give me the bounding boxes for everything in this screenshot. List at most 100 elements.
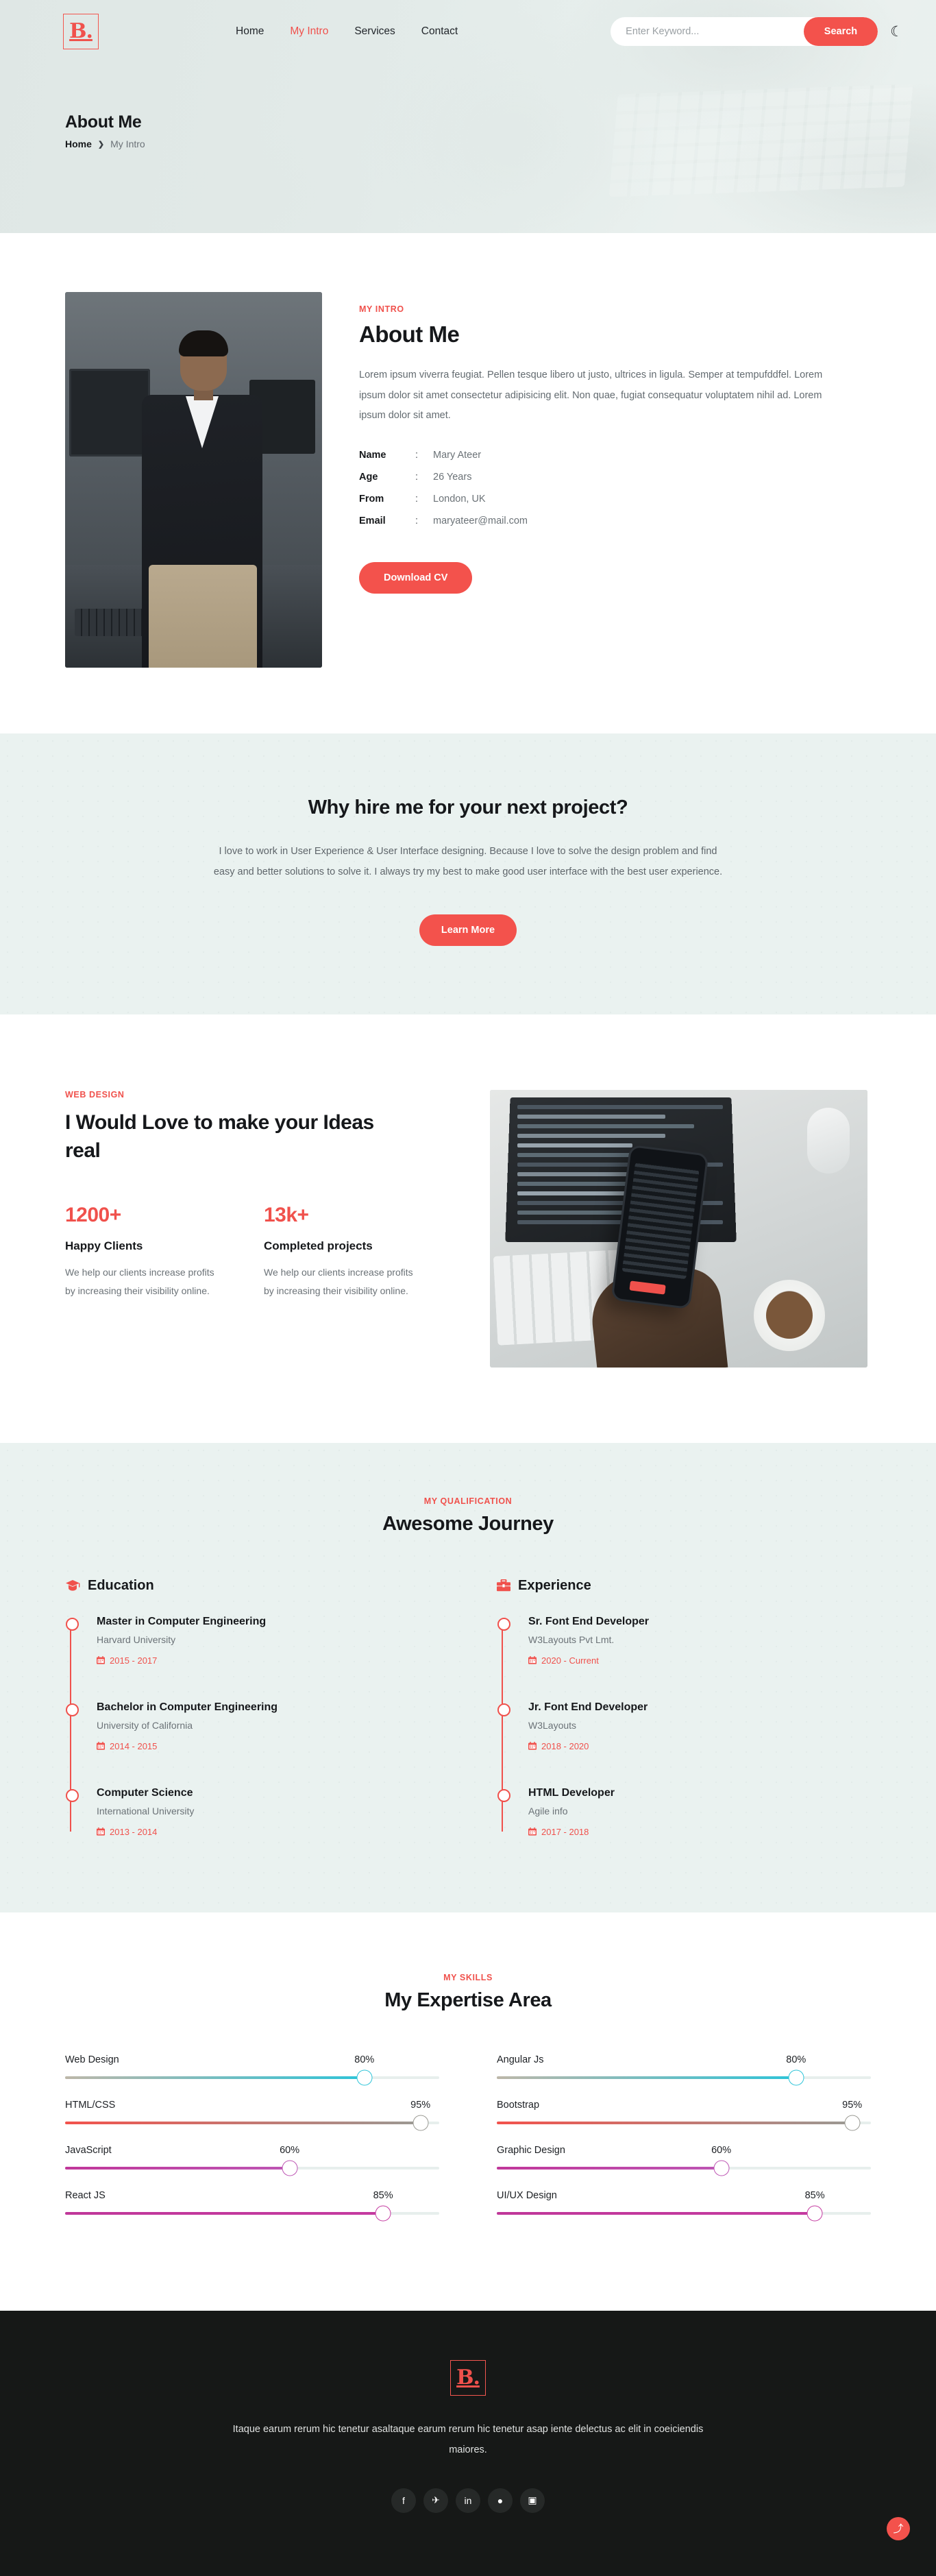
education-title: Education <box>88 1577 154 1593</box>
download-cv-button[interactable]: Download CV <box>359 562 473 594</box>
skills-header: MY SKILLS My Expertise Area <box>65 1973 871 2012</box>
arrow-up-icon[interactable]: ⤴ <box>887 2516 910 2540</box>
skill-percent: 80% <box>786 2054 806 2065</box>
stat-description: We help our clients increase profits by … <box>264 1266 413 1296</box>
timeline-subtitle: Harvard University <box>97 1633 176 1645</box>
timeline-title: HTML Developer <box>528 1786 615 1799</box>
timeline-title: Computer Science <box>97 1786 193 1799</box>
brand-logo[interactable]: B. <box>63 14 99 49</box>
calendar-icon <box>528 1742 537 1750</box>
education-timeline: Master in Computer Engineering Harvard U… <box>65 1616 439 1837</box>
skill-knob[interactable] <box>285 2163 295 2173</box>
qualification-eyebrow: MY QUALIFICATION <box>423 1496 513 1506</box>
ideas-section: WEB DESIGN I Would Love to make your Ide… <box>0 1014 936 1443</box>
footer: B. Itaque earum rerum hic tenetur asalta… <box>0 2310 936 2576</box>
info-row-from: From : London, UK <box>359 494 867 505</box>
dribbble-icon[interactable]: ● <box>488 2488 513 2513</box>
social-links: f ✈ in ● ▣ <box>0 2488 936 2513</box>
skill-bar[interactable] <box>65 2163 439 2173</box>
facebook-icon[interactable]: f <box>391 2488 416 2513</box>
skill-knob[interactable] <box>791 2073 801 2082</box>
stat-label: Happy Clients <box>65 1239 143 1252</box>
timeline-item: Jr. Font End Developer W3Layouts 2018 - … <box>497 1701 871 1787</box>
skill-percent: 85% <box>373 2189 393 2201</box>
skills-heading: My Expertise Area <box>384 1989 552 2011</box>
page-title: About Me <box>65 112 142 132</box>
footer-brand-logo[interactable]: B. <box>450 2359 486 2396</box>
qualification-header: MY QUALIFICATION Awesome Journey <box>65 1496 871 1535</box>
ideas-text-block: WEB DESIGN I Would Love to make your Ide… <box>65 1090 449 1300</box>
about-text-block: MY INTRO About Me Lorem ipsum viverra fe… <box>359 292 867 668</box>
why-hire-heading: Why hire me for your next project? <box>308 797 628 818</box>
moon-icon[interactable]: ☾ <box>890 25 903 39</box>
nav-item-contact[interactable]: Contact <box>421 25 458 38</box>
skill-bar[interactable] <box>65 2118 439 2128</box>
skill-item: React JS 85% <box>65 2189 439 2218</box>
info-key: Age <box>359 472 378 483</box>
skill-knob[interactable] <box>360 2073 369 2082</box>
qualification-section: MY QUALIFICATION Awesome Journey Educati… <box>0 1442 936 1912</box>
why-hire-section: Why hire me for your next project? I lov… <box>0 733 936 1014</box>
stat-completed-projects: 13k+ Completed projects We help our clie… <box>264 1204 421 1301</box>
skill-name: Bootstrap <box>497 2099 540 2111</box>
nav-item-services[interactable]: Services <box>354 25 395 38</box>
skill-item: Bootstrap 95% <box>497 2099 871 2128</box>
nav-item-my-intro[interactable]: My Intro <box>290 25 328 38</box>
skill-bar[interactable] <box>497 2163 871 2173</box>
main-nav: Home My Intro Services Contact <box>236 25 458 38</box>
skill-percent: 95% <box>410 2099 431 2111</box>
nav-item-home[interactable]: Home <box>236 25 264 38</box>
skill-knob[interactable] <box>848 2118 857 2128</box>
info-separator: : <box>415 515 419 527</box>
twitter-icon[interactable]: ✈ <box>423 2488 448 2513</box>
skill-bar[interactable] <box>497 2209 871 2218</box>
timeline-subtitle: Agile info <box>528 1805 568 1816</box>
skill-knob[interactable] <box>378 2209 388 2218</box>
skill-bar[interactable] <box>497 2073 871 2082</box>
skills-left-column: Web Design 80% HTML/CSS 95% JavaScript 6… <box>65 2054 439 2235</box>
info-value: London, UK <box>433 494 486 505</box>
skill-name: Web Design <box>65 2054 119 2065</box>
timeline-subtitle: University of California <box>97 1719 193 1731</box>
linkedin-icon[interactable]: in <box>456 2488 480 2513</box>
timeline-item: HTML Developer Agile info 2017 - 2018 <box>497 1786 871 1837</box>
timeline-date-row: 2020 - Current <box>528 1655 871 1666</box>
timeline-date: 2015 - 2017 <box>110 1655 158 1666</box>
education-title-row: Education <box>65 1578 439 1594</box>
about-info-list: Name : Mary Ateer Age : 26 Years From : … <box>359 450 867 526</box>
ideas-eyebrow: WEB DESIGN <box>65 1089 125 1099</box>
skill-knob[interactable] <box>717 2163 726 2173</box>
ideas-heading: I Would Love to make your Ideas real <box>65 1110 374 1163</box>
timeline-item: Sr. Font End Developer W3Layouts Pvt Lmt… <box>497 1616 871 1701</box>
skill-item: UI/UX Design 85% <box>497 2189 871 2218</box>
skill-item: Graphic Design 60% <box>497 2144 871 2173</box>
skill-item: JavaScript 60% <box>65 2145 439 2173</box>
breadcrumb-current: My Intro <box>110 138 145 149</box>
skill-knob[interactable] <box>416 2118 426 2128</box>
timeline-title: Master in Computer Engineering <box>97 1615 267 1627</box>
info-key: Email <box>359 515 386 527</box>
skill-bar[interactable] <box>497 2118 871 2128</box>
stat-happy-clients: 1200+ Happy Clients We help our clients … <box>65 1204 223 1301</box>
timeline-subtitle: W3Layouts <box>528 1719 577 1731</box>
stat-description: We help our clients increase profits by … <box>65 1266 214 1296</box>
search-input[interactable] <box>611 17 804 46</box>
skill-knob[interactable] <box>810 2209 820 2218</box>
skill-bar[interactable] <box>65 2209 439 2218</box>
skill-bar[interactable] <box>65 2073 439 2082</box>
search-area: Search ☾ <box>611 17 903 46</box>
timeline-date-row: 2017 - 2018 <box>528 1827 871 1837</box>
skill-name: UI/UX Design <box>497 2189 557 2201</box>
breadcrumb-home-link[interactable]: Home <box>65 138 92 149</box>
education-column: Education Master in Computer Engineering… <box>65 1578 439 1837</box>
experience-column: Experience Sr. Font End Developer W3Layo… <box>497 1578 871 1837</box>
timeline-date-row: 2015 - 2017 <box>97 1655 439 1666</box>
skill-name: Graphic Design <box>497 2144 565 2156</box>
timeline-item: Bachelor in Computer Engineering Univers… <box>66 1701 439 1787</box>
timeline-date-row: 2013 - 2014 <box>97 1827 439 1837</box>
stat-number: 1200+ <box>65 1203 121 1226</box>
timeline-date: 2013 - 2014 <box>110 1826 158 1837</box>
search-button[interactable]: Search <box>803 17 878 46</box>
instagram-icon[interactable]: ▣ <box>520 2488 545 2513</box>
learn-more-button[interactable]: Learn More <box>419 914 517 946</box>
